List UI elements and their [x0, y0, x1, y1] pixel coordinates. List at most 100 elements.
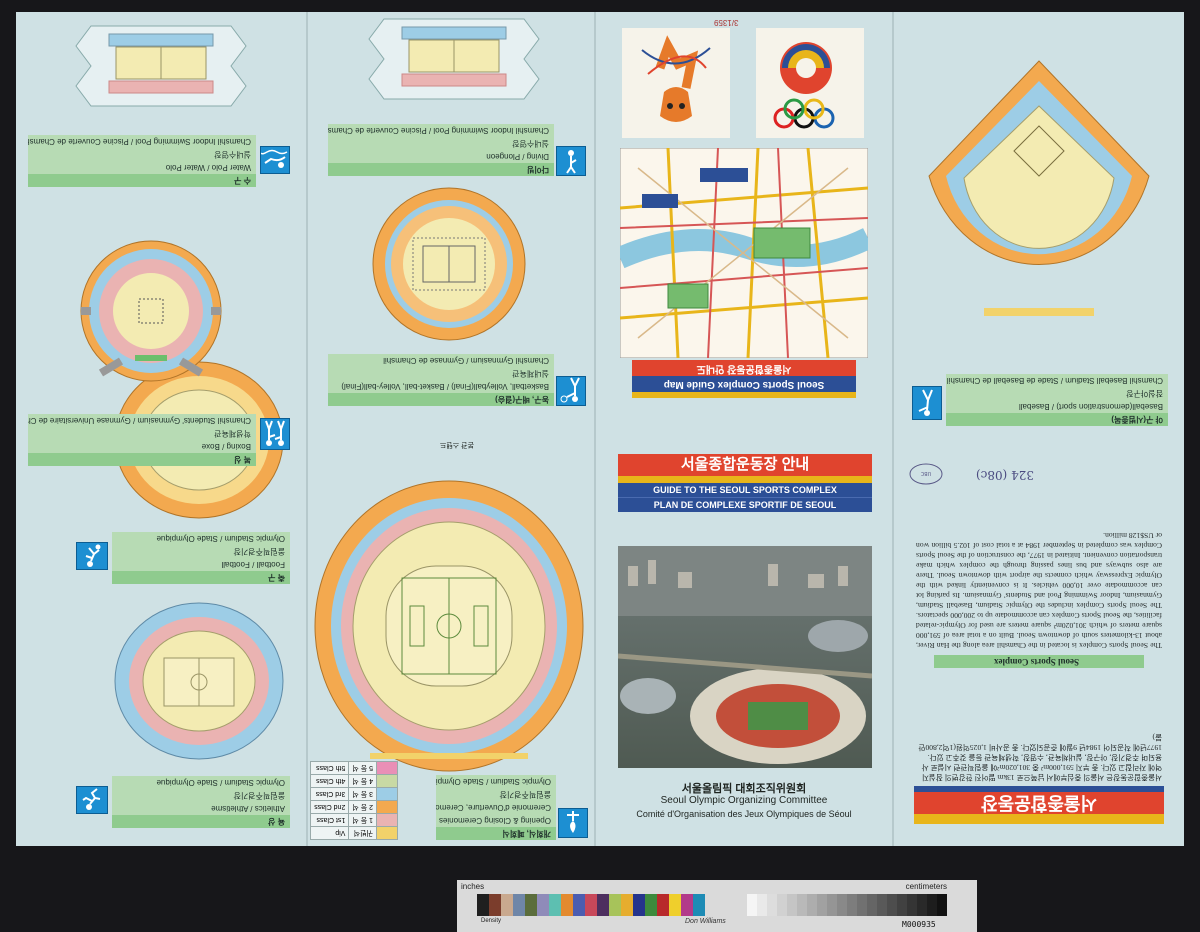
library-stamp-icon: UBC — [909, 463, 943, 485]
committee-kr: 서울올림픽 대회조직위원회 — [681, 783, 807, 795]
cover-title-kr: 서울종합운동장 안내 — [618, 454, 872, 476]
gray-swatch — [887, 894, 897, 916]
gray-swatch — [927, 894, 937, 916]
back-cover-title-kr: 서울종합운동장 — [914, 792, 1164, 814]
panel-venues-middle: 농구, 배구(결승) Basketball, Volleyball(Final)… — [308, 12, 594, 846]
panel2-lower-flipped: 개회식, 폐회식 Opening & Closing Ceremonies Ce… — [308, 420, 594, 846]
gray-swatch — [847, 894, 857, 916]
legend-swatch — [376, 826, 398, 840]
football-venue: Olympic Stadium / Stade Olympique — [112, 532, 290, 545]
legend-class-kr: 4 등 석 — [348, 774, 377, 788]
svg-text:UBC: UBC — [920, 470, 931, 476]
athletics-subtitle-bar: Athletics / Athletisme — [112, 802, 290, 815]
legend-row: 2 등 석 2nd Class — [310, 800, 398, 814]
id-label: M000935 — [902, 920, 936, 929]
legend-class-en: 4th Class — [310, 774, 349, 788]
color-swatch — [501, 894, 513, 916]
color-swatches — [477, 894, 707, 916]
gray-swatch — [747, 894, 757, 916]
color-swatch — [537, 894, 549, 916]
aerial-photo — [618, 546, 872, 768]
ceremonies-venue-kr: 올림픽주경기장 — [436, 788, 556, 801]
handwritten-note: 324 (08c) — [975, 468, 1034, 482]
mascot-card — [622, 28, 730, 138]
diving-venue-kr: 실내수영장 — [328, 137, 554, 150]
back-cover-title: 서울종합운동장 — [914, 786, 1164, 824]
legend-class-kr: 2 등 석 — [348, 800, 377, 814]
legend-class-en: 1st Class — [310, 813, 349, 827]
baseball-subtitle-bar: Baseball(demonstration sport) / Baseball — [946, 400, 1168, 413]
legend-class-en: Vip — [310, 826, 349, 840]
committee-en: Seoul Olympic Organizing Committee — [660, 795, 828, 806]
baseball-icon — [912, 386, 942, 420]
info-paragraph: The Seoul Sports Complex is located in t… — [916, 531, 1162, 650]
football-venue-kr: 올림픽주경기장 — [112, 545, 290, 558]
map-title-stripe — [632, 392, 856, 398]
gray-swatch — [797, 894, 807, 916]
gray-swatch — [807, 894, 817, 916]
football-title-bar: 축 구 — [112, 571, 290, 584]
korean-paragraph: 서울종합운동장은 서울의 중심부에서 남쪽으로 13km 떨어진 한강변의 잠실… — [918, 733, 1162, 782]
water-polo-venue: Chamshil Indoor Swimming Pool / Piscine … — [28, 135, 256, 148]
color-swatch — [573, 894, 585, 916]
color-swatch — [621, 894, 633, 916]
legend-class-kr: 3 등 석 — [348, 787, 377, 801]
legend-class-en: 2nd Class — [310, 800, 349, 814]
color-calibration-strip: inches centimeters Density Don Williams … — [457, 880, 977, 932]
baseball-venue: Chamshil Baseball Stadium / Stade de Bas… — [946, 374, 1168, 387]
gray-swatches — [747, 894, 947, 916]
athletics-venue: Olympic Stadium / Stade Olympique — [112, 776, 290, 789]
boxing-venue: Chamshil Students' Gymnasium / Gymnase U… — [28, 414, 256, 427]
gray-swatch — [937, 894, 947, 916]
main-stand-label: 본관 스탠드 — [439, 441, 474, 448]
legend-swatch — [376, 800, 398, 814]
color-swatch — [525, 894, 537, 916]
flame-icon — [558, 808, 588, 838]
gray-swatch — [767, 894, 777, 916]
gray-swatch — [897, 894, 907, 916]
color-swatch — [633, 894, 645, 916]
gray-swatch — [817, 894, 827, 916]
football-subtitle-bar: Football / Football — [112, 558, 290, 571]
info-heading: Seoul Sports Complex — [934, 655, 1144, 668]
panel-venues-left: 육 상 Athletics / Athletisme 올림픽주경기장 Olymp… — [16, 12, 306, 846]
back-cover-stripe — [914, 814, 1164, 824]
brochure-sheet: 육 상 Athletics / Athletisme 올림픽주경기장 Olymp… — [16, 12, 1184, 846]
diving-venue: Chamshil Indoor Swimming Pool / Piscine … — [328, 124, 554, 137]
legend-row: 1 등 석 1st Class — [310, 813, 398, 827]
centimeters-label: centimeters — [905, 882, 947, 891]
ceremonies-subtitle2-bar: Ceremonie d'Ouverture, Ceremonie de Clot… — [436, 801, 556, 814]
baseball-stadium-diagram — [928, 60, 1150, 316]
water-polo-subtitle-bar: Water Polo / Water Polo — [28, 161, 256, 174]
basketball-subtitle-bar: Basketball, Volleyball(Final) / Basket-b… — [328, 380, 554, 393]
legend-row: 3 등 석 3rd Class — [310, 787, 398, 801]
students-gymnasium-diagram — [80, 240, 222, 382]
color-swatch — [681, 894, 693, 916]
olympic-emblem-icon — [773, 42, 835, 129]
color-swatch — [645, 894, 657, 916]
cover-title-fr: PLAN DE COMPLEXE SPORTIF DE SEOUL — [618, 497, 872, 512]
panel-cover: 3/1359 서울종합운동장 안내도 Seoul Sports Complex … — [596, 12, 892, 846]
diver-icon — [556, 146, 586, 176]
ceremonies-venue: Olympic Stadium / Stade Olympique — [436, 775, 556, 788]
panel-baseball-info: 서울종합운동장 서울종합운동장은 서울의 중심부에서 남쪽으로 13km 떨어진… — [894, 12, 1184, 846]
color-swatch — [657, 894, 669, 916]
legend-row: 귀빈석 Vip — [310, 826, 398, 840]
diving-title-bar: 다이빙 — [328, 163, 554, 176]
legend-class-kr: 귀빈석 — [348, 826, 377, 840]
density-label: Density — [481, 918, 502, 924]
diving-subtitle-bar: Diving / Plongeon — [328, 150, 554, 163]
gray-swatch — [837, 894, 847, 916]
water-polo-title-bar: 수 구 — [28, 174, 256, 187]
color-swatch — [513, 894, 525, 916]
water-polo-venue-kr: 실내수영장 — [28, 148, 256, 161]
athletics-venue-kr: 올림픽주경기장 — [112, 789, 290, 802]
color-swatch — [549, 894, 561, 916]
baseball-title-bar: 야 구(시범종목) — [946, 413, 1168, 426]
legend-swatch — [376, 787, 398, 801]
baseball-venue-kr: 잠실야구장 — [946, 387, 1168, 400]
color-swatch — [585, 894, 597, 916]
archive-number: 3/1359 — [714, 18, 739, 27]
ceremonies-title-bar: 개회식, 폐회식 — [436, 827, 556, 840]
color-swatch — [561, 894, 573, 916]
